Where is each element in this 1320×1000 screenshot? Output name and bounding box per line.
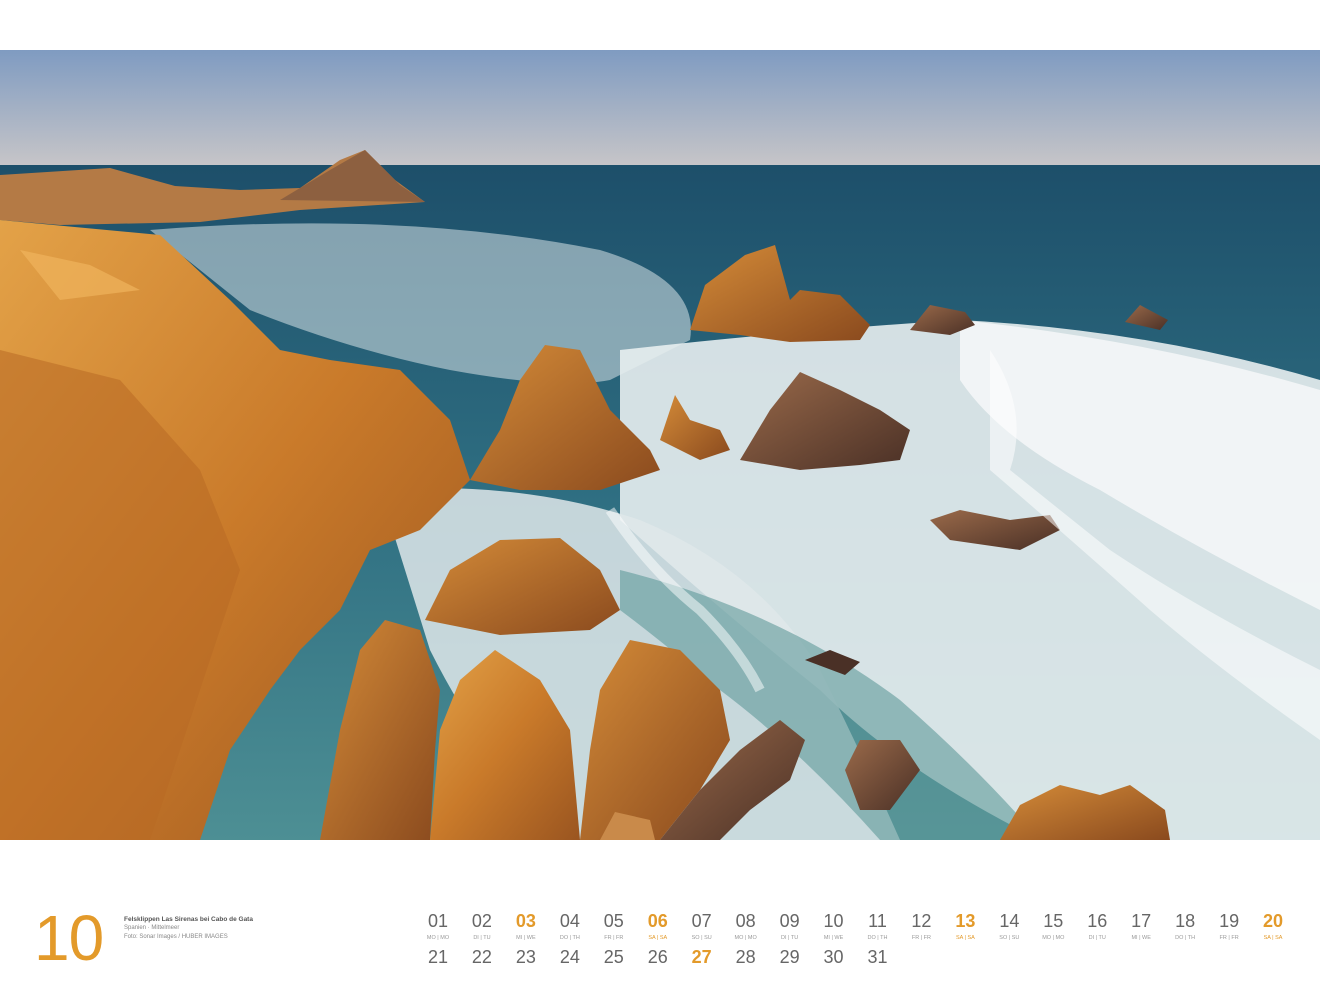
calendar-day: 13 <box>955 911 976 931</box>
calendar-day: 21 <box>427 947 449 967</box>
calendar-day: 04 <box>559 911 580 931</box>
calendar-day: 11 <box>868 911 887 931</box>
calendar-day: 05 <box>603 911 624 931</box>
calendar-weekday: DO | TH <box>867 935 888 941</box>
coastal-rocks-photo <box>0 50 1320 840</box>
caption-title: Felsklippen Las Sirenas bei Cabo de Gata <box>124 916 253 923</box>
calendar-day: 02 <box>471 911 492 931</box>
calendar-day: 15 <box>1043 911 1064 931</box>
calendar-weekday: DI | TU <box>1088 935 1106 941</box>
calendar-weekday: MO | MO <box>734 935 757 941</box>
calendar-day: 08 <box>735 911 756 931</box>
calendar-day: 07 <box>691 911 712 931</box>
calendar-day: 25 <box>603 947 624 967</box>
calendar-weekday: SA | SA <box>1263 935 1283 941</box>
calendar-day: 26 <box>647 947 668 967</box>
calendar-day: 03 <box>515 911 536 931</box>
calendar-weekday: FR | FR <box>1219 935 1239 941</box>
calendar-day: 01 <box>427 911 449 931</box>
month-number: 10 <box>34 902 104 974</box>
calendar-day: 24 <box>559 947 580 967</box>
calendar-day: 09 <box>779 911 800 931</box>
calendar-day: 29 <box>779 947 800 967</box>
calendar-weekday: FR | FR <box>604 935 624 941</box>
calendar-day: 12 <box>911 911 932 931</box>
calendar-day: 10 <box>823 911 844 931</box>
calendar-day: 28 <box>735 947 756 967</box>
calendar-day: 23 <box>515 947 536 967</box>
calendar-day: 20 <box>1263 911 1284 931</box>
calendar-day: 17 <box>1131 911 1152 931</box>
calendar-weekday: FR | FR <box>911 935 932 941</box>
calendar-weekday: DI | TU <box>473 935 491 941</box>
calendar-weekday: SO | SU <box>691 935 712 941</box>
calendar-day: 31 <box>867 947 888 967</box>
calendar-day: 06 <box>647 911 668 931</box>
calendar-weekday: MI | WE <box>1131 935 1151 941</box>
calendar-weekday: MO | MO <box>1042 935 1065 941</box>
calendar-weekday: SO | SU <box>999 935 1020 941</box>
calendar-day: 22 <box>471 947 492 967</box>
calendar-weekday: DO | TH <box>1175 935 1196 941</box>
calendar-day: 27 <box>691 947 712 967</box>
calendar-weekday: SA | SA <box>955 935 975 941</box>
calendar-weekday: MO | MO <box>426 935 450 941</box>
photo-caption: Felsklippen Las Sirenas bei Cabo de Gata… <box>124 915 364 942</box>
calendar-weekday: DO | TH <box>559 935 580 941</box>
calendar-day: 16 <box>1087 911 1108 931</box>
caption-location: Spanien · Mittelmeer <box>124 925 180 931</box>
calendar-day: 18 <box>1175 911 1196 931</box>
calendar-day: 19 <box>1219 911 1240 931</box>
calendar-weekday: MI | WE <box>823 935 844 941</box>
calendar-day: 30 <box>823 947 844 967</box>
calendar-weekday: MI | WE <box>516 935 536 941</box>
caption-credit: Foto: Sonar Images / HUBER IMAGES <box>124 934 228 940</box>
calendar-weekday: DI | TU <box>780 935 799 941</box>
calendar-day: 14 <box>999 911 1020 931</box>
calendar-weekday: SA | SA <box>648 935 668 941</box>
